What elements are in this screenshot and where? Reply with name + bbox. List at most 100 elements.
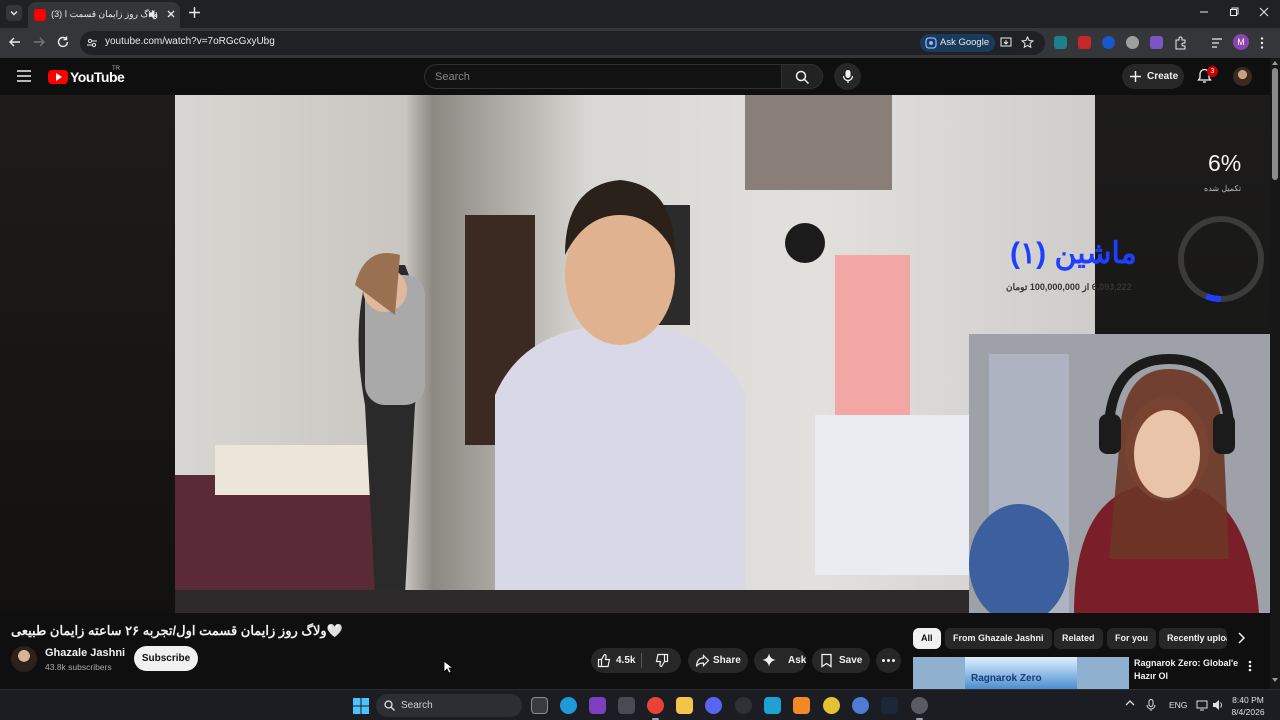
- volume-icon[interactable]: [1212, 699, 1224, 711]
- taskbar-clock[interactable]: 8:40 PM 8/4/2026: [1228, 694, 1268, 718]
- account-avatar[interactable]: [1233, 67, 1252, 86]
- video-frame[interactable]: [175, 95, 1095, 613]
- scroll-up-arrow-icon[interactable]: [1272, 60, 1278, 65]
- reload-icon[interactable]: [56, 35, 70, 49]
- close-tab-icon[interactable]: [165, 8, 177, 20]
- bookmark-star-icon[interactable]: [1021, 36, 1034, 49]
- more-actions-button[interactable]: [876, 648, 901, 673]
- ask-button[interactable]: Ask: [754, 648, 806, 673]
- chrome-icon[interactable]: [647, 697, 664, 720]
- extension-blue-icon[interactable]: [1102, 36, 1115, 49]
- chrome-menu-icon[interactable]: [1259, 36, 1265, 50]
- subscribe-button[interactable]: Subscribe: [134, 646, 198, 671]
- edge-icon[interactable]: [560, 697, 577, 714]
- microphone-tray-icon[interactable]: [1146, 699, 1156, 711]
- active-tab[interactable]: ولاگ روز زایمان قسمت ا (3): [28, 2, 180, 28]
- forward-arrow-icon[interactable]: [32, 35, 46, 49]
- address-bar[interactable]: youtube.com/watch?v=7oRGcGxyUbg Ask Goog…: [80, 31, 1045, 55]
- browser-tab-strip: ولاگ روز زایمان قسمت ا (3): [0, 0, 1280, 28]
- like-count[interactable]: 4.5k: [616, 648, 635, 673]
- orange-app-icon[interactable]: [793, 697, 810, 714]
- channel-avatar[interactable]: [11, 646, 37, 672]
- search-button[interactable]: [781, 64, 823, 89]
- close-window-icon[interactable]: [1258, 6, 1270, 18]
- windows-start-icon[interactable]: [353, 698, 369, 714]
- chip-all[interactable]: All: [913, 628, 941, 649]
- search-input[interactable]: [435, 68, 765, 86]
- thumbs-up-icon[interactable]: [597, 653, 612, 668]
- extensions-puzzle-icon[interactable]: [1174, 36, 1188, 50]
- scrollbar-thumb[interactable]: [1272, 68, 1278, 180]
- install-app-icon[interactable]: [1000, 36, 1013, 49]
- browser-toolbar: youtube.com/watch?v=7oRGcGxyUbg Ask Goog…: [0, 28, 1280, 58]
- tray-overflow-chevron-icon[interactable]: [1125, 699, 1135, 707]
- extension-translate-icon[interactable]: [1054, 36, 1067, 49]
- extension-purple-icon[interactable]: [1150, 36, 1163, 49]
- url-text: youtube.com/watch?v=7oRGcGxyUbg: [105, 36, 275, 47]
- donation-progress-ring: [1178, 216, 1264, 302]
- like-divider: [641, 653, 642, 668]
- chip-from-channel[interactable]: From Ghazale Jashni: [945, 628, 1052, 649]
- network-icon[interactable]: [1196, 699, 1208, 711]
- extension-ghost-icon[interactable]: [1126, 36, 1139, 49]
- yellow-app-icon[interactable]: [823, 697, 840, 714]
- youtube-favicon-icon: [34, 9, 46, 21]
- lens-icon: [925, 37, 937, 49]
- video-scene: [175, 95, 1095, 613]
- like-dislike-group: 4.5k: [591, 648, 681, 673]
- extension-screen-icon[interactable]: [1078, 36, 1091, 49]
- profile-avatar[interactable]: M: [1233, 34, 1249, 50]
- r-app-icon[interactable]: [589, 697, 606, 714]
- share-button[interactable]: Share: [688, 648, 748, 673]
- new-tab-icon[interactable]: [188, 6, 201, 19]
- voice-search-button[interactable]: [834, 63, 861, 90]
- video-player[interactable]: [0, 95, 1270, 613]
- page-scrollbar[interactable]: [1270, 58, 1280, 690]
- task-view-icon[interactable]: [531, 697, 548, 714]
- input-language[interactable]: ENG: [1169, 700, 1187, 710]
- create-button[interactable]: Create: [1122, 64, 1184, 89]
- discord-icon[interactable]: [705, 697, 722, 714]
- sparkle-icon: [762, 653, 776, 667]
- hamburger-menu-icon[interactable]: [16, 69, 32, 83]
- windows-taskbar: Search ENG 8:40 PM 8/4/2026: [0, 689, 1280, 720]
- steam-icon[interactable]: [881, 697, 898, 714]
- file-explorer-icon[interactable]: [676, 697, 693, 714]
- speaker-icon[interactable]: [148, 9, 159, 20]
- minimize-icon[interactable]: [1198, 6, 1210, 18]
- channel-name[interactable]: Ghazale Jashni: [45, 647, 125, 659]
- chevron-right-icon[interactable]: [1236, 632, 1246, 644]
- chip-related[interactable]: Related: [1054, 628, 1103, 649]
- settings-app-icon[interactable]: [618, 697, 635, 714]
- donation-goal-title: ماشین (۱): [1010, 237, 1137, 270]
- microphone-icon: [842, 70, 853, 83]
- share-label: Share: [713, 655, 741, 666]
- site-info-icon[interactable]: [86, 37, 98, 49]
- chip-for-you[interactable]: For you: [1107, 628, 1156, 649]
- notification-count-badge: 3: [1207, 66, 1218, 77]
- chip-recently-uploaded[interactable]: Recently uploaded: [1159, 628, 1227, 649]
- recommendation-title[interactable]: Ragnarok Zero: Global'e Hazır Ol: [1134, 657, 1244, 683]
- tab-search-button[interactable]: [6, 5, 22, 21]
- scroll-down-arrow-icon[interactable]: [1272, 678, 1278, 683]
- plus-icon: [1130, 71, 1141, 82]
- media-player-icon[interactable]: [911, 697, 928, 720]
- reading-list-icon[interactable]: [1210, 36, 1224, 50]
- restore-icon[interactable]: [1228, 6, 1240, 18]
- tab-title: ولاگ روز زایمان قسمت ا (3): [51, 9, 158, 19]
- subscriber-count: 43.8k subscribers: [45, 662, 112, 672]
- check-app-icon[interactable]: [764, 697, 781, 714]
- blue-app-icon[interactable]: [852, 697, 869, 714]
- obs-icon[interactable]: [735, 697, 752, 714]
- thumbs-down-icon[interactable]: [654, 653, 669, 668]
- donation-percent: 6%: [1208, 150, 1242, 176]
- recommendation-thumbnail[interactable]: Ragnarok Zero: [913, 657, 1129, 689]
- save-button[interactable]: Save: [812, 648, 870, 673]
- video-title: 🤍ولاگ روز زایمان قسمت اول/تجربه ۲۶ ساعته…: [11, 623, 343, 638]
- back-arrow-icon[interactable]: [8, 35, 22, 49]
- webcam-scene: [969, 334, 1270, 613]
- taskbar-search[interactable]: Search: [376, 694, 522, 717]
- search-box: [424, 64, 782, 89]
- more-vertical-icon[interactable]: [1248, 660, 1252, 672]
- ask-google-button[interactable]: Ask Google: [920, 34, 996, 52]
